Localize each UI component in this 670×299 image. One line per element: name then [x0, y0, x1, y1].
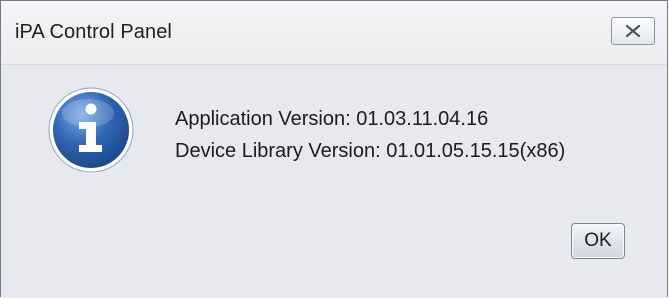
window-title: iPA Control Panel	[15, 21, 172, 43]
about-dialog: iPA Control Panel Application Version: 0…	[0, 0, 668, 298]
dialog-body: Application Version: 01.03.11.04.16 Devi…	[1, 65, 667, 298]
application-version-text: Application Version: 01.03.11.04.16	[175, 108, 489, 130]
information-icon	[48, 87, 134, 173]
close-icon	[626, 25, 640, 37]
version-message: Application Version: 01.03.11.04.16 Devi…	[175, 103, 565, 167]
title-bar[interactable]: iPA Control Panel	[1, 1, 667, 65]
ok-button[interactable]: OK	[571, 223, 625, 259]
device-library-version-text: Device Library Version: 01.01.05.15.15(x…	[175, 140, 566, 162]
close-button[interactable]	[611, 17, 655, 45]
